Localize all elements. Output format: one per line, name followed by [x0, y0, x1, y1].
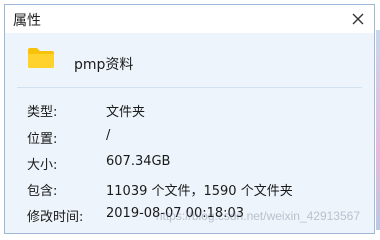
prop-label-modified: 修改时间: [27, 210, 84, 225]
watermark-text: https://blog.csdn.net/weixin_42913567 [155, 209, 360, 223]
divider [17, 87, 362, 88]
properties-dialog: 属性 pmp资料 类型: 文件夹 位置: / 大小: 607.34GB 包含: [4, 4, 375, 234]
prop-value-type: 文件夹 [106, 105, 146, 120]
prop-value-contains: 11039 个文件，1590 个文件夹 [106, 184, 293, 199]
file-name: pmp资料 [74, 57, 134, 73]
file-header: pmp资料 [5, 33, 374, 87]
dialog-title: 属性 [13, 13, 41, 29]
close-icon [352, 13, 364, 25]
prop-label-contains: 包含: [27, 184, 58, 199]
prop-label-size: 大小: [27, 158, 58, 173]
prop-value-size: 607.34GB [106, 154, 171, 169]
folder-icon [27, 47, 55, 73]
title-bar: 属性 [5, 5, 374, 33]
prop-label-location: 位置: [27, 132, 58, 147]
close-button[interactable] [348, 9, 368, 29]
prop-label-type: 类型: [27, 105, 58, 120]
properties-content: pmp资料 类型: 文件夹 位置: / 大小: 607.34GB 包含: 110… [5, 33, 374, 233]
prop-value-location: / [106, 128, 111, 143]
background-stripe [376, 30, 380, 230]
